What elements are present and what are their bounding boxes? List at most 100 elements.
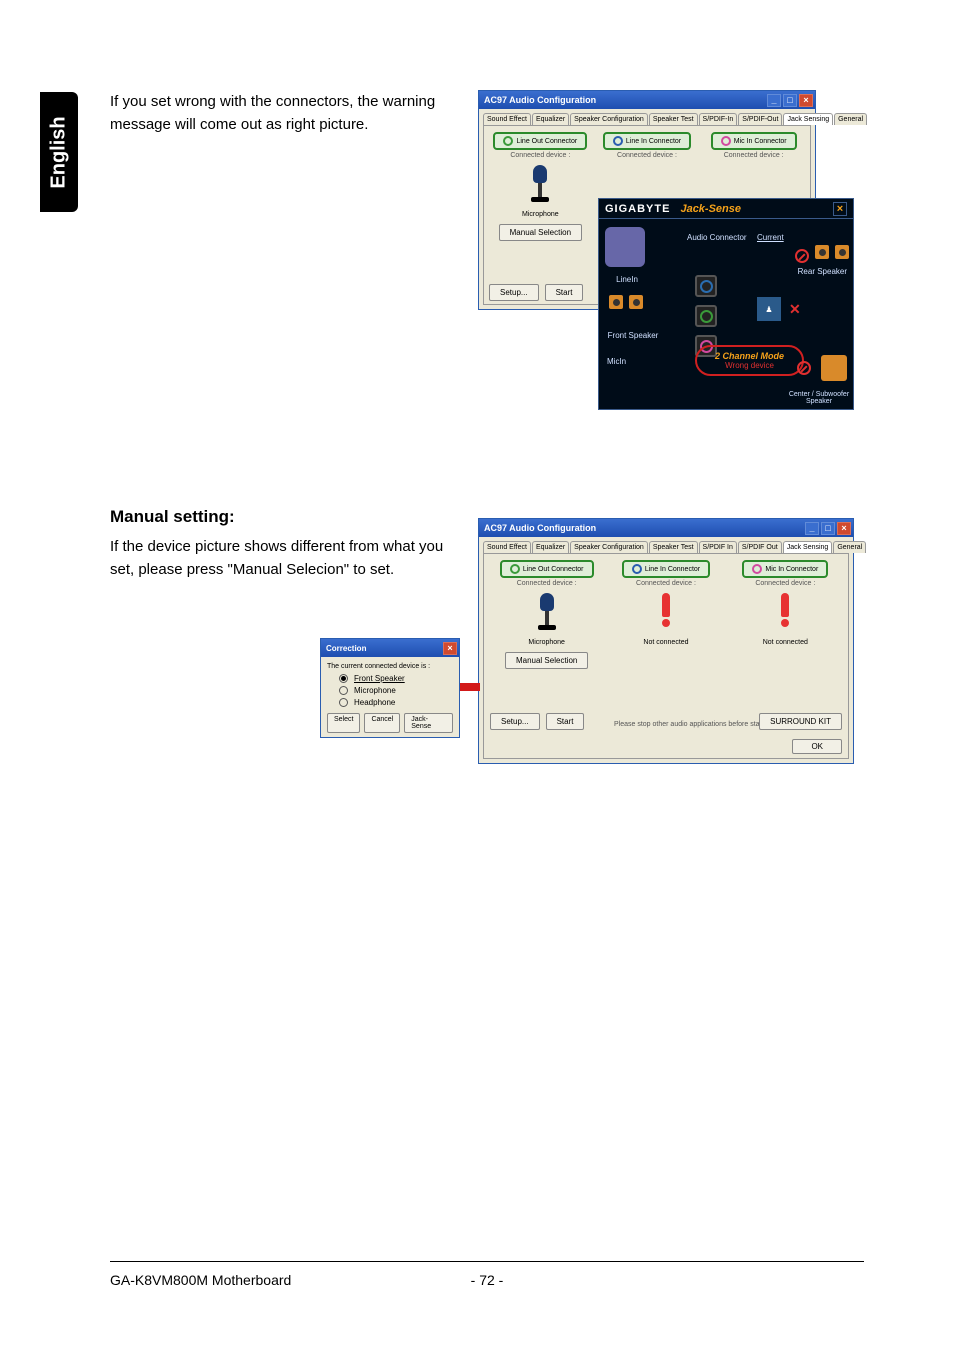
close-button-2[interactable]: × [837,522,851,535]
jack-sensing-panel-2: Line Out Connector Connected device : Mi… [483,553,849,759]
current-label: Current [757,233,784,242]
jack-sense-popup: GIGABYTE Jack-Sense × Audio Connector Cu… [598,198,854,410]
microphone-icon-2 [535,593,559,633]
setup-button-2[interactable]: Setup... [490,713,540,730]
tab2-general[interactable]: General [833,541,866,553]
manual-selection-button[interactable]: Manual Selection [499,224,582,241]
rear-speaker-label: Rear Speaker [798,267,847,276]
maximize-button-2[interactable]: □ [821,522,835,535]
rear-speaker-pair-icon [813,243,851,261]
window-titlebar-2: AC97 Audio Configuration _ □ × [479,519,853,537]
line-out-status-2: Microphone [490,639,603,646]
radio-icon [339,674,348,683]
linein-text: LineIn [607,275,647,284]
radio-microphone[interactable]: Microphone [339,686,453,695]
manual-setting-paragraph: If the device picture shows different fr… [110,535,465,582]
line-out-column-2: Line Out Connector Connected device : Mi… [490,560,603,669]
line-in-sublabel: Connected device : [597,152,698,159]
notice-text: Please stop other audio applications bef… [614,721,775,728]
select-button[interactable]: Select [327,713,360,733]
jack-sense-button[interactable]: Jack-Sense [404,713,453,733]
minimize-button[interactable]: _ [767,94,781,107]
line-in-jack-icon-2: Line In Connector [622,560,710,578]
correction-close-button[interactable]: × [443,642,457,655]
ok-button[interactable]: OK [792,739,842,754]
radio-icon [339,698,348,707]
tab-speaker-config[interactable]: Speaker Configuration [570,113,648,125]
mic-in-jack-icon: Mic In Connector [711,132,797,150]
language-tab-label: English [48,116,71,188]
tab2-speaker-config[interactable]: Speaker Configuration [570,541,648,553]
front-speaker-label: Front Speaker [607,331,659,340]
mic-in-jack-icon-2: Mic In Connector [742,560,828,578]
correction-dialog: Correction × The current connected devic… [320,638,460,738]
footer-rule [110,1261,864,1262]
setup-button[interactable]: Setup... [489,284,539,301]
front-speaker-pair-icon [607,293,645,311]
tab-spdif-in[interactable]: S/PDIF-In [699,113,738,125]
window-title: AC97 Audio Configuration [484,95,596,105]
cancel-button[interactable]: Cancel [364,713,400,733]
mic-in-sublabel: Connected device : [703,152,804,159]
error-x-icon: ✕ [789,301,801,318]
tab2-spdif-in[interactable]: S/PDIF In [699,541,737,553]
line-out-sublabel: Connected device : [490,152,591,159]
correction-prompt: The current connected device is : [327,663,453,670]
badge-line2: Wrong device [715,361,784,370]
start-button[interactable]: Start [545,284,584,301]
correction-title: Correction [326,644,366,653]
line-out-column: Line Out Connector Connected device : Mi… [490,132,591,241]
socket-green-icon [695,305,717,327]
radio-label-front-speaker: Front Speaker [354,674,405,683]
tab-equalizer[interactable]: Equalizer [532,113,569,125]
tab-speaker-test[interactable]: Speaker Test [649,113,698,125]
minimize-button-2[interactable]: _ [805,522,819,535]
tab2-jack-sensing[interactable]: Jack Sensing [783,541,833,553]
manual-selection-button-2[interactable]: Manual Selection [505,652,588,669]
intro-paragraph: If you set wrong with the connectors, th… [110,90,465,137]
radio-front-speaker[interactable]: Front Speaker [339,674,453,683]
line-out-status: Microphone [490,211,591,218]
socket-blue-icon [695,275,717,297]
tab2-speaker-test[interactable]: Speaker Test [649,541,698,553]
radio-label-microphone: Microphone [354,686,396,695]
screenshot-jack-sensing-tab: AC97 Audio Configuration _ □ × Sound Eff… [478,518,854,764]
mic-in-column-2: Mic In Connector Connected device : Not … [729,560,842,669]
radio-label-headphone: Headphone [354,698,395,707]
screenshot-jack-sense-warning: AC97 Audio Configuration _ □ × Sound Eff… [478,90,854,410]
tab-general[interactable]: General [834,113,867,125]
warning-icon-2 [773,593,797,633]
start-button-2[interactable]: Start [546,713,585,730]
line-in-status-2: Not connected [609,639,722,646]
mic-in-sublabel-2: Connected device : [729,580,842,587]
tab2-sound-effect[interactable]: Sound Effect [483,541,531,553]
center-sub-label: Center / Subwoofer Speaker [787,391,851,405]
pc-back-panel-icon [605,227,645,267]
tab2-spdif-out[interactable]: S/PDIF Out [738,541,782,553]
jack-sense-titlebar: GIGABYTE Jack-Sense × [599,199,853,219]
warning-icon [654,593,678,633]
microphone-icon [528,165,552,205]
footer-page-number: - 72 - [471,1272,504,1288]
window-title-2: AC97 Audio Configuration [484,523,596,533]
tab-sound-effect[interactable]: Sound Effect [483,113,531,125]
close-button[interactable]: × [799,94,813,107]
radio-headphone[interactable]: Headphone [339,698,453,707]
person-icon: ♟ [757,297,781,321]
surround-kit-button[interactable]: SURROUND KIT [759,713,842,730]
radio-icon [339,686,348,695]
maximize-button[interactable]: □ [783,94,797,107]
forbid-icon-2 [797,361,811,375]
page-footer: GA-K8VM800M Motherboard - 72 - [110,1272,864,1288]
language-tab: English [40,92,78,212]
forbid-icon [795,249,809,263]
jack-sense-title: Jack-Sense [680,203,741,215]
tab-jack-sensing[interactable]: Jack Sensing [783,113,833,125]
subwoofer-icon [821,355,847,381]
line-out-jack-icon: Line Out Connector [493,132,587,150]
line-in-column-2: Line In Connector Connected device : Not… [609,560,722,669]
tab2-equalizer[interactable]: Equalizer [532,541,569,553]
tab-spdif-out[interactable]: S/PDIF-Out [738,113,782,125]
jack-sense-close-button[interactable]: × [833,202,847,216]
audio-connector-label: Audio Connector [687,233,747,242]
